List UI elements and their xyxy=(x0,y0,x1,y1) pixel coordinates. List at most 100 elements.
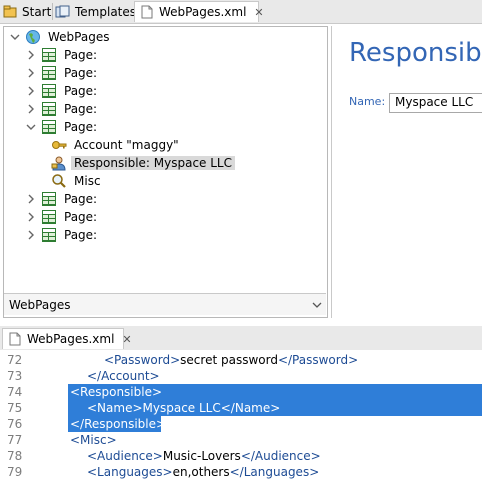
xml-text: Myspace LLC xyxy=(142,401,221,415)
tree-child-item[interactable]: Responsible: Myspace LLC xyxy=(51,154,235,172)
xml-tag: </Password> xyxy=(277,353,359,367)
person-icon xyxy=(51,155,67,171)
document-icon xyxy=(7,332,23,346)
tree-page-item[interactable]: Page: xyxy=(25,46,100,64)
chevron-right-icon[interactable] xyxy=(25,85,37,97)
code-line[interactable]: <Languages>en,others</Languages> xyxy=(87,464,319,480)
tab-webpages-label: WebPages.xml xyxy=(159,5,247,19)
chevron-down-icon[interactable] xyxy=(25,121,37,133)
top-tab-bar: Start Templates WebPages.xml ✕ xyxy=(0,0,482,24)
line-number: 78 xyxy=(7,449,23,463)
chevron-right-icon[interactable] xyxy=(25,67,37,79)
tree-page-item[interactable]: Page: xyxy=(25,190,100,208)
table-icon xyxy=(41,119,57,135)
code-line[interactable]: <Name>Myspace LLC</Name> xyxy=(87,400,280,416)
xml-tag: <Languages> xyxy=(87,465,173,479)
tree-page-item[interactable]: Page: xyxy=(25,100,100,118)
code-line[interactable]: <Audience>Music-Lovers</Audience> xyxy=(87,448,321,464)
xml-tag: </Responsible> xyxy=(70,417,167,431)
xml-text: secret password xyxy=(180,353,278,367)
globe-icon xyxy=(25,29,41,45)
close-tab-icon[interactable]: ✕ xyxy=(122,333,131,346)
chevron-right-icon[interactable] xyxy=(25,229,37,241)
line-number: 74 xyxy=(7,385,23,399)
tree-item-label: Page: xyxy=(64,228,98,242)
tree-item-label: Page: xyxy=(64,210,98,224)
chevron-right-icon[interactable] xyxy=(25,49,37,61)
tree-item-label: Page: xyxy=(64,192,98,206)
code-line[interactable]: </Account> xyxy=(87,368,160,384)
tree-page-item[interactable]: Page: xyxy=(25,208,100,226)
view-selector-value: WebPages xyxy=(9,297,71,312)
tree-child-item[interactable]: Account "maggy" xyxy=(51,136,182,154)
table-icon xyxy=(41,83,57,99)
magnifier-icon xyxy=(51,173,67,189)
table-icon xyxy=(41,209,57,225)
detail-form: Responsible Name: Myspace LLC xyxy=(331,26,482,318)
xml-tag: <Responsible> xyxy=(70,385,163,399)
code-line[interactable]: <Misc> xyxy=(70,432,117,448)
form-title: Responsible xyxy=(349,38,482,68)
templates-icon xyxy=(55,5,71,19)
line-number: 79 xyxy=(7,465,23,479)
xml-text: en,others xyxy=(172,465,230,479)
tree-item-label: Page: xyxy=(64,84,98,98)
editor-tab-webpages-xml[interactable]: WebPages.xml ✕ xyxy=(2,328,132,349)
editor-tab-label: WebPages.xml xyxy=(27,332,115,346)
line-number: 75 xyxy=(7,401,23,415)
xml-editor[interactable]: 72 <Password>secret password</Password> 73… xyxy=(0,350,482,480)
tree-root[interactable]: WebPages xyxy=(9,28,112,46)
tree-root-label: WebPages xyxy=(48,30,110,44)
tab-webpages-xml[interactable]: WebPages.xml ✕ xyxy=(134,1,264,22)
chevron-right-icon[interactable] xyxy=(25,211,37,223)
tab-templates-label: Templates xyxy=(75,4,137,19)
xml-tag: <Name> xyxy=(87,401,143,415)
line-number: 76 xyxy=(7,417,23,431)
view-selector-dropdown[interactable]: WebPages xyxy=(4,293,326,315)
name-field[interactable]: Myspace LLC xyxy=(389,93,482,113)
line-number: 77 xyxy=(7,433,23,447)
editor-tab-bar: WebPages.xml ✕ xyxy=(0,326,482,351)
chevron-right-icon[interactable] xyxy=(25,103,37,115)
table-icon xyxy=(41,47,57,63)
table-icon xyxy=(41,65,57,81)
xml-tag: <Audience> xyxy=(87,449,163,463)
tree-page-item[interactable]: Page: xyxy=(25,226,100,244)
xml-tag: </Name> xyxy=(220,401,281,415)
tree-page-item[interactable]: Page: xyxy=(25,64,100,82)
xml-tag: </Account> xyxy=(87,369,160,383)
code-line[interactable]: </Responsible> xyxy=(70,416,166,432)
document-icon xyxy=(139,5,155,19)
tree-item-label: Page: xyxy=(64,66,98,80)
name-label: Name: xyxy=(349,95,386,108)
xml-text: Music-Lovers xyxy=(162,449,241,463)
tree-item-label: Page: xyxy=(64,48,98,62)
tree-item-label: Page: xyxy=(64,120,98,134)
home-icon xyxy=(2,5,18,19)
code-line[interactable]: <Password>secret password</Password> xyxy=(104,352,358,368)
tree-page-item[interactable]: Page: xyxy=(25,118,100,136)
key-icon xyxy=(51,137,67,153)
code-line[interactable]: <Responsible> xyxy=(70,384,162,400)
tree-item-label: Responsible: Myspace LLC xyxy=(71,156,235,170)
line-number: 72 xyxy=(7,353,23,367)
chevron-down-icon xyxy=(312,298,322,312)
outline-tree: WebPages Page: Page: Page: Page: Page: Accoun… xyxy=(3,26,328,318)
tree-item-label: Misc xyxy=(74,174,101,188)
tree-item-label: Account "maggy" xyxy=(74,138,179,152)
tab-start[interactable]: Start xyxy=(2,1,51,22)
xml-tag: <Misc> xyxy=(70,433,117,447)
tree-item-label: Page: xyxy=(64,102,98,116)
table-icon xyxy=(41,227,57,243)
chevron-down-icon[interactable] xyxy=(9,31,21,43)
tree-page-item[interactable]: Page: xyxy=(25,82,100,100)
table-icon xyxy=(41,191,57,207)
tab-start-label: Start xyxy=(22,4,52,19)
tree-child-item[interactable]: Misc xyxy=(51,172,104,190)
xml-tag: <Password> xyxy=(104,353,181,367)
chevron-right-icon[interactable] xyxy=(25,193,37,205)
line-number: 73 xyxy=(7,369,23,383)
close-tab-icon[interactable]: ✕ xyxy=(254,6,263,19)
tab-templates[interactable]: Templates xyxy=(55,1,136,22)
xml-tag: </Audience> xyxy=(240,449,321,463)
